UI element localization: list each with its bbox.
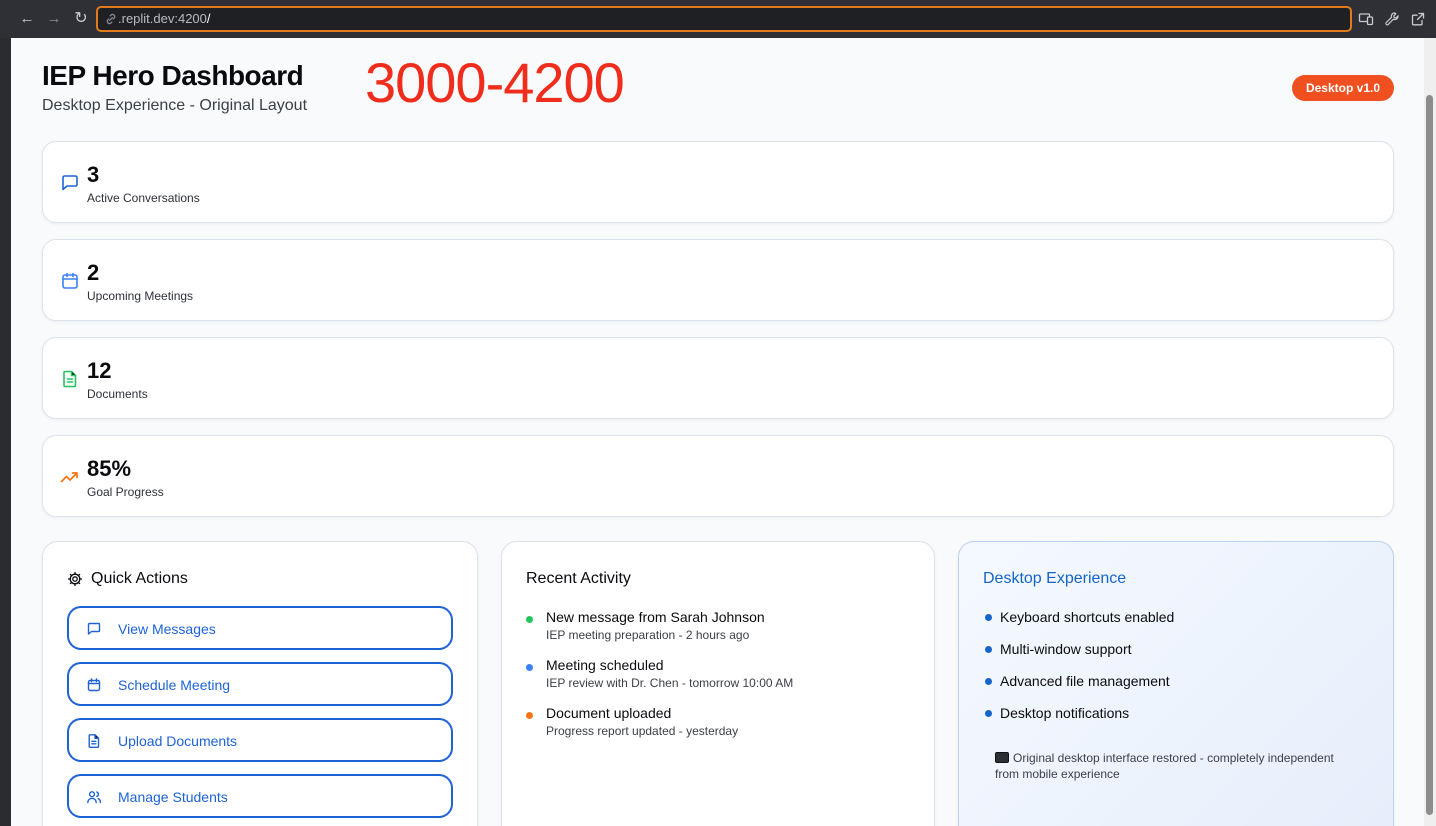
url-text: .replit.dev:4200/ [118,11,211,26]
address-bar[interactable]: .replit.dev:4200/ [96,6,1352,32]
calendar-icon [87,678,101,692]
external-link-icon[interactable] [1410,11,1426,27]
feature-item: Desktop notifications [983,705,1363,725]
stat-value: 85% [87,456,132,481]
feature-item: Keyboard shortcuts enabled [983,609,1363,629]
browser-toolbar: ← → ↻ .replit.dev:4200/ [0,0,1436,38]
recent-activity-panel: Recent Activity New message from Sarah J… [501,541,935,826]
feature-bullet [985,646,992,653]
trending-up-icon [60,472,78,483]
feature-item: Multi-window support [983,641,1363,661]
feature-bullet [985,710,992,717]
manage-students-button[interactable]: Manage Students [67,774,453,818]
link-icon [106,13,116,25]
reload-icon[interactable]: ↻ [72,10,90,28]
quick-actions-title: Quick Actions [91,570,188,587]
feature-text: Multi-window support [1000,641,1132,657]
activity-title: Document uploaded [546,705,672,721]
stat-card-meetings[interactable]: 2 Upcoming Meetings [42,239,1394,321]
activity-item[interactable]: Document uploaded Progress report update… [526,705,926,745]
button-label: Schedule Meeting [118,677,231,693]
activity-item[interactable]: New message from Sarah Johnson IEP meeti… [526,609,926,649]
page-title: IEP Hero Dashboard [42,60,304,91]
button-label: Upload Documents [118,733,238,749]
feature-text: Keyboard shortcuts enabled [1000,609,1175,625]
stat-value: 2 [87,260,100,285]
monitor-icon [995,752,1009,763]
quick-actions-panel: Quick Actions View Messages Schedule Mee… [42,541,478,826]
feature-text: Advanced file management [1000,673,1170,689]
stat-label: Upcoming Meetings [87,289,194,303]
activity-item[interactable]: Meeting scheduled IEP review with Dr. Ch… [526,657,926,697]
scrollbar-thumb[interactable] [1426,95,1433,815]
message-icon [62,175,78,191]
users-icon [87,791,102,804]
stat-card-conversations[interactable]: 3 Active Conversations [42,141,1394,223]
activity-dot [526,712,533,719]
desktop-experience-panel: Desktop Experience Keyboard shortcuts en… [958,541,1394,826]
activity-detail: IEP review with Dr. Chen - tomorrow 10:0… [546,676,794,690]
version-badge: Desktop v1.0 [1292,75,1394,101]
schedule-meeting-button[interactable]: Schedule Meeting [67,662,453,706]
page-subtitle: Desktop Experience - Original Layout [42,97,308,114]
activity-title: New message from Sarah Johnson [546,609,765,625]
button-label: Manage Students [118,789,228,805]
back-arrow-icon[interactable]: ← [18,10,36,28]
activity-dot [526,664,533,671]
message-icon [87,622,101,635]
stat-card-goal-progress[interactable]: 85% Goal Progress [42,435,1394,517]
recent-activity-title: Recent Activity [526,570,631,587]
upload-documents-button[interactable]: Upload Documents [67,718,453,762]
window-edge [0,38,11,826]
url-path: / [206,11,211,26]
feature-item: Advanced file management [983,673,1363,693]
forward-arrow-icon[interactable]: → [45,10,63,28]
document-icon [63,370,77,388]
activity-detail: Progress report updated - yesterday [546,724,739,738]
document-icon [88,734,100,748]
wrench-icon[interactable] [1384,11,1400,27]
button-label: View Messages [118,621,216,637]
feature-bullet [985,678,992,685]
stat-label: Documents [87,387,148,401]
activity-title: Meeting scheduled [546,657,664,673]
feature-bullet [985,614,992,621]
stat-value: 3 [87,162,100,187]
feature-text: Desktop notifications [1000,705,1130,721]
devices-icon[interactable] [1358,11,1374,27]
url-host: .replit.dev:4200 [118,11,207,26]
view-messages-button[interactable]: View Messages [67,606,453,650]
desktop-note-text: Original desktop interface restored - co… [995,751,1334,781]
stat-value: 12 [87,358,112,383]
calendar-icon [62,272,78,289]
stat-card-documents[interactable]: 12 Documents [42,337,1394,419]
gear-icon [67,571,83,587]
activity-detail: IEP meeting preparation - 2 hours ago [546,628,750,642]
stat-label: Goal Progress [87,485,164,499]
desktop-note: Original desktop interface restored - co… [995,750,1335,782]
desktop-experience-title: Desktop Experience [983,570,1127,587]
activity-dot [526,616,533,623]
dashboard-page: IEP Hero Dashboard Desktop Experience - … [11,38,1424,826]
stat-label: Active Conversations [87,191,200,205]
port-range-label: 3000-4200 [365,51,625,114]
